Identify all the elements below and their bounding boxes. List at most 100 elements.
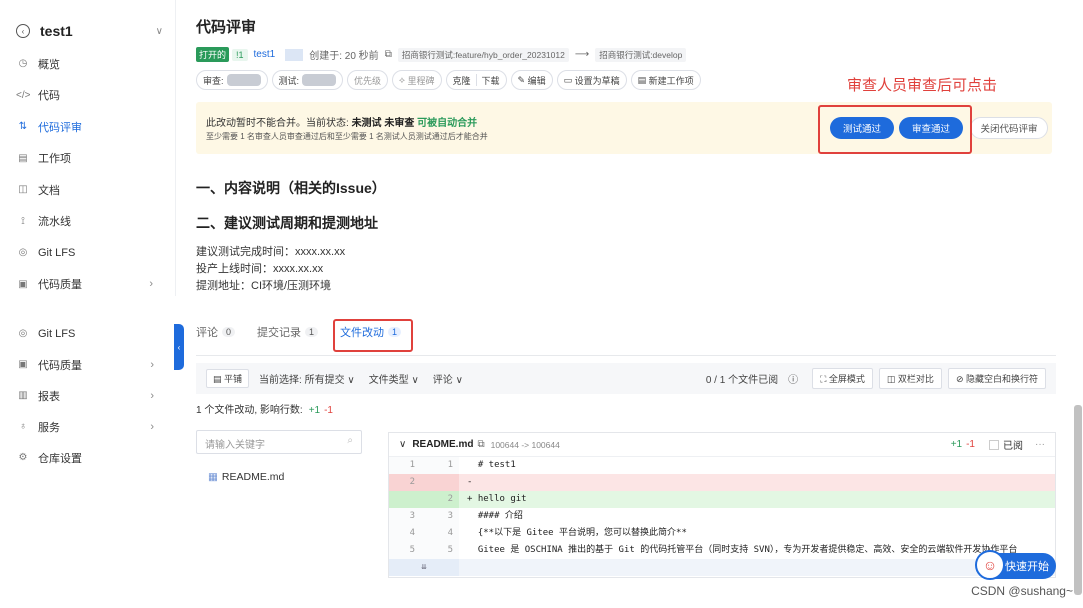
annotation-text: 审查人员审查后可点击 [847, 77, 998, 94]
line-number[interactable] [421, 474, 459, 491]
sidebar-nav: ◎ Git LFS ▣ 代码质量 › ▥ 报表 › ♁ 服务 › ⚙ 仓库设置 [0, 318, 176, 473]
diff-line: 2 + hello git [389, 491, 1055, 508]
line-number[interactable]: 5 [389, 542, 421, 559]
diff-code: - [467, 477, 473, 487]
edit-button[interactable]: ✎ 编辑 [510, 70, 553, 90]
collapse-sidebar-icon[interactable]: ‹ [174, 324, 184, 370]
line-number[interactable]: 2 [389, 474, 421, 491]
line-number[interactable]: 3 [421, 508, 459, 525]
priority-label: 优先级 [354, 75, 382, 86]
sidebar-item-label: 仓库设置 [38, 452, 82, 465]
sidebar-item-4[interactable]: ▤ 工作项 [0, 143, 175, 175]
line-number[interactable]: 2 [421, 491, 459, 508]
copy-icon[interactable]: ⧉ [385, 49, 392, 60]
split-icon: ◫ [886, 374, 898, 384]
line-number[interactable]: 4 [389, 525, 421, 542]
line-number[interactable]: 4 [421, 525, 459, 542]
sidebar-item-label: 代码质量 [38, 279, 82, 292]
mascot-icon: ☺ [975, 550, 1005, 580]
author-link[interactable]: test1 [254, 49, 276, 60]
sidebar-item-icon: ◫ [18, 184, 28, 196]
chevron-right-icon[interactable]: › [150, 421, 154, 433]
expand-row[interactable]: ⇊ [389, 559, 1055, 576]
sidebar-item-3[interactable]: ⇅ 代码评审 [0, 111, 175, 143]
reviewer-select[interactable]: 审查: [196, 70, 268, 90]
source-branch[interactable]: 招商银行测试:feature/hyb_order_20231012 [397, 47, 569, 62]
expand-code [459, 559, 1055, 576]
project-switcher[interactable]: ‹ test1 ∨ [0, 14, 175, 48]
hide-whitespace-button[interactable]: ⊘ 隐藏空白和换行符 [947, 368, 1046, 389]
description-heading-2: 二、建议测试周期和提测地址 [196, 215, 378, 231]
flat-view-button[interactable]: ▤ 平铺 [206, 369, 250, 388]
quick-start-button[interactable]: ☺ 快速开始 [975, 550, 1056, 580]
sidebar-item-1[interactable]: ◎ Git LFS [0, 318, 176, 349]
sidebar-item-3[interactable]: ▥ 报表 › [0, 380, 176, 411]
sidebar-item-icon: ▣ [18, 278, 28, 290]
file-tree-label: README.md [221, 471, 285, 483]
help-icon[interactable]: ⓘ [788, 371, 798, 386]
file-type-select[interactable]: 文件类型 ∨ [369, 371, 419, 386]
commit-select[interactable]: 当前选择: 所有提交 ∨ [259, 371, 355, 386]
chevron-right-icon[interactable]: › [150, 390, 154, 402]
expand-icon[interactable]: ⇊ [389, 559, 459, 576]
download-button[interactable]: 下载 [482, 74, 500, 87]
line-number[interactable]: 3 [389, 508, 421, 525]
files-changed-area: 评论 0 提交记录 1 文件改动 1 ▤ 平铺 当前选择: 所有提交 ∨ 文件类型 ∨… [196, 302, 1083, 608]
sidebar-item-1[interactable]: ◷ 概览 [0, 48, 175, 80]
watermark: CSDN @sushang~ [971, 584, 1073, 598]
close-review-button[interactable]: 关闭代码评审 [970, 117, 1048, 139]
tester-select[interactable]: 测试: [271, 70, 344, 90]
line-number[interactable]: 1 [421, 457, 459, 474]
diff-line: 33 #### 介绍 [389, 508, 1055, 525]
chevron-down-icon[interactable]: ∨ [399, 439, 406, 450]
sidebar-item-4[interactable]: ♁ 服务 › [0, 411, 176, 442]
sidebar-item-6[interactable]: ⟟ 流水线 [0, 206, 175, 238]
page: ‹ test1 ∨ ◷ 概览 </> 代码 ⇅ 代码评审 ▤ 工作项 ◫ 文档 ⟟ 流水线 ◎ Git L… [0, 0, 1083, 608]
clone-button[interactable]: 克隆 [453, 74, 471, 87]
sidebar-nav: ◷ 概览 </> 代码 ⇅ 代码评审 ▤ 工作项 ◫ 文档 ⟟ 流水线 ◎ Git LFS ▣ 代码质量 › [0, 48, 175, 300]
file-tree-item[interactable]: ▦ README.md [208, 471, 284, 483]
milestone-icon: ⟡ [399, 74, 408, 85]
target-branch[interactable]: 招商银行测试:develop [595, 47, 687, 62]
copy-icon[interactable]: ⧉ [477, 439, 484, 450]
priority-button[interactable]: 优先级 [347, 70, 389, 90]
chevron-down-icon[interactable]: ∨ [156, 26, 163, 37]
fullscreen-label: 全屏模式 [828, 374, 865, 384]
tab-commits[interactable]: 提交记录 1 [257, 324, 319, 340]
sidebar-item-label: 文档 [38, 184, 60, 197]
line-number[interactable] [389, 491, 421, 508]
sidebar-item-icon: </> [16, 89, 31, 101]
filter-actions: 0 / 1 个文件已阅 ⓘ ⛶ 全屏模式 ◫ 双栏对比 ⊘ 隐藏空白和换行符 [706, 368, 1046, 389]
tab-count: 1 [305, 327, 319, 337]
lines-removed: -1 [324, 405, 333, 416]
sidebar-item-label: 工作项 [38, 153, 71, 166]
viewed-checkbox[interactable] [989, 439, 999, 450]
sidebar-item-2[interactable]: ▣ 代码质量 › [0, 349, 176, 380]
milestone-button[interactable]: ⟡ 里程碑 [392, 70, 442, 90]
set-draft-button[interactable]: ▭ 设置为草稿 [556, 70, 627, 90]
sidebar-item-5[interactable]: ◫ 文档 [0, 174, 175, 206]
top-panel: ‹ test1 ∨ ◷ 概览 </> 代码 ⇅ 代码评审 ▤ 工作项 ◫ 文档 ⟟ 流水线 ◎ Git L… [0, 0, 1083, 296]
sidebar-item-label: 代码质量 [38, 359, 82, 372]
chevron-right-icon[interactable]: › [149, 278, 153, 290]
line-number[interactable]: 5 [421, 542, 459, 559]
sidebar-item-2[interactable]: </> 代码 [0, 80, 175, 112]
scrollbar[interactable] [1074, 405, 1082, 595]
tab-comments[interactable]: 评论 0 [196, 324, 236, 340]
sidebar-item-label: 报表 [38, 390, 60, 403]
sidebar-item-5[interactable]: ⚙ 仓库设置 [0, 442, 176, 473]
draft-icon: ▭ [563, 74, 575, 85]
back-icon[interactable]: ‹ [16, 24, 30, 38]
comment-filter-select[interactable]: 评论 ∨ [433, 371, 463, 386]
fullscreen-button[interactable]: ⛶ 全屏模式 [812, 368, 873, 389]
line-number[interactable]: 1 [389, 457, 421, 474]
pr-number-badge: !1 [232, 48, 248, 61]
bottom-panel: ◎ Git LFS ▣ 代码质量 › ▥ 报表 › ♁ 服务 › ⚙ 仓库设置 ‹ 评论 0 提交记录 1 … [0, 302, 1083, 608]
more-icon[interactable]: ··· [1035, 439, 1045, 450]
chevron-right-icon[interactable]: › [150, 359, 154, 371]
new-issue-button[interactable]: ▤ 新建工作项 [630, 70, 701, 90]
split-view-button[interactable]: ◫ 双栏对比 [878, 368, 942, 389]
sidebar-item-label: 代码 [38, 90, 60, 103]
sidebar-item-7[interactable]: ◎ Git LFS [0, 237, 175, 269]
file-search-input[interactable]: 请输入关键字 ⌕ [196, 430, 362, 454]
